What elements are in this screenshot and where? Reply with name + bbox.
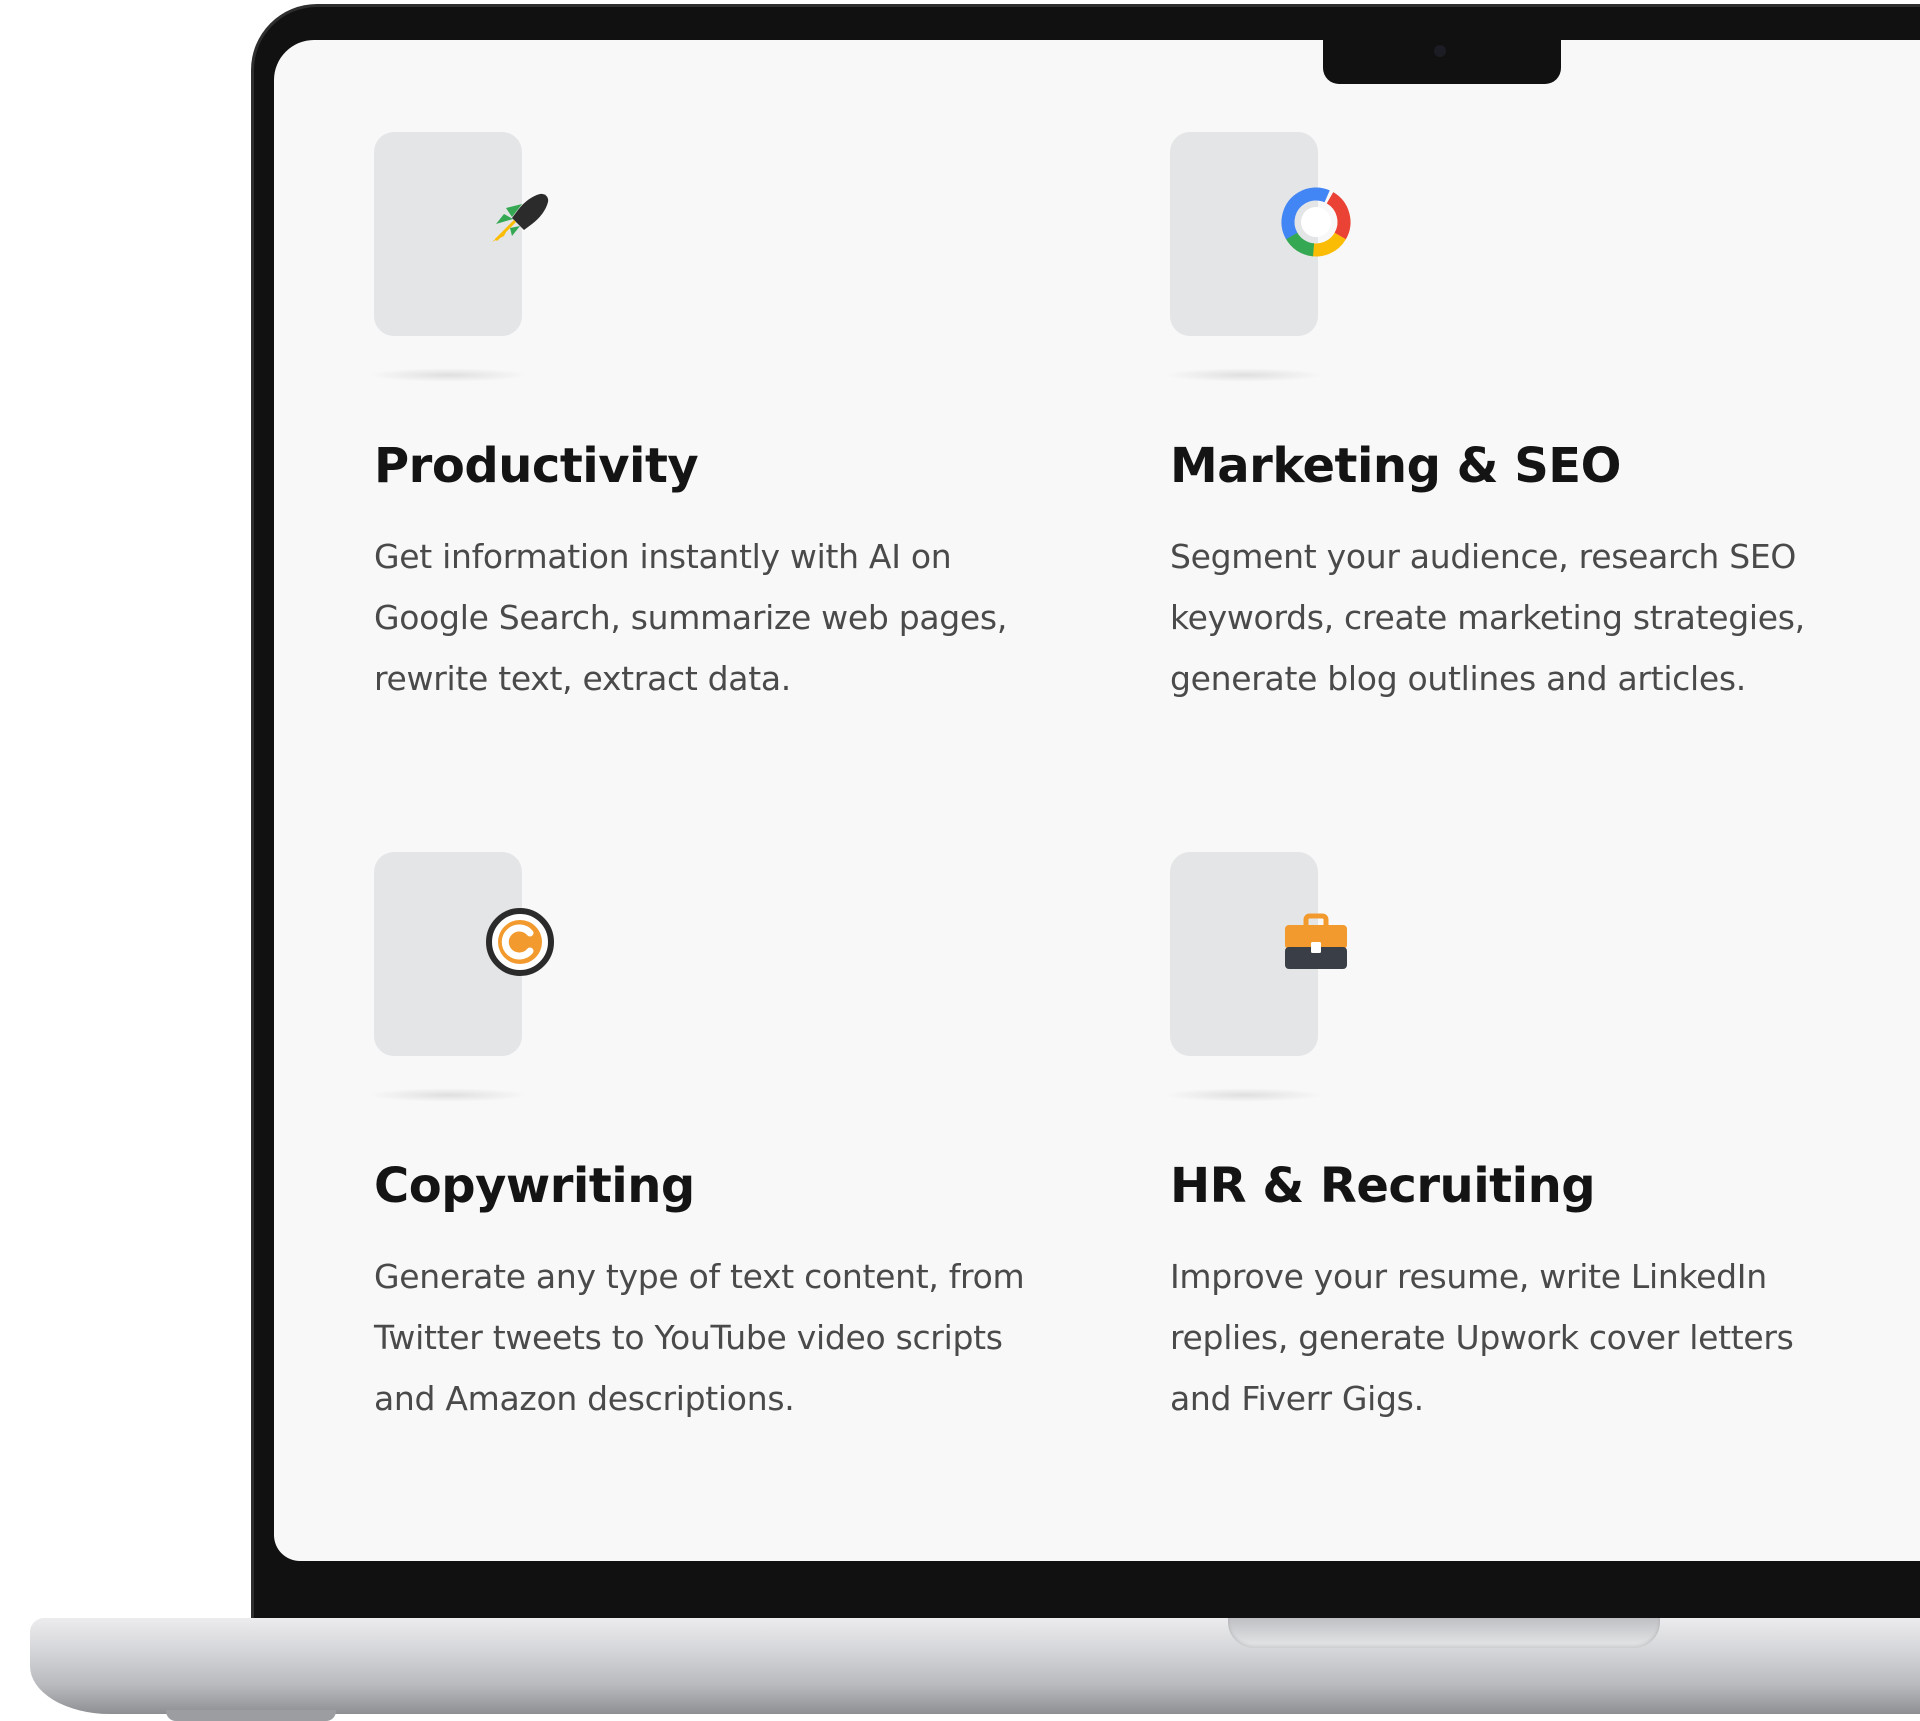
laptop-mockup: Productivity Get information instantly w… [0, 0, 1920, 1721]
briefcase-icon [1285, 913, 1347, 969]
icon-tile [1170, 852, 1347, 1056]
rocket-icon [492, 193, 549, 242]
feature-card-hr-recruiting: HR & Recruiting Improve your resume, wri… [1164, 852, 1870, 1429]
icon-shadow [368, 368, 528, 382]
feature-card-copywriting: Copywriting Generate any type of text co… [368, 852, 1074, 1429]
laptop-opening-groove [1228, 1618, 1660, 1648]
feature-description: Generate any type of text content, from … [374, 1257, 1025, 1418]
icon-shadow [1164, 368, 1324, 382]
feature-title: HR & Recruiting [1170, 1158, 1596, 1214]
laptop-foot [166, 1710, 336, 1721]
icon-tile [374, 132, 549, 336]
feature-title: Marketing & SEO [1170, 438, 1621, 494]
feature-card-marketing-seo: Marketing & SEO Segment your audience, r… [1164, 132, 1870, 709]
feature-card-productivity: Productivity Get information instantly w… [368, 132, 1074, 709]
feature-title: Productivity [374, 438, 699, 494]
feature-description: Segment your audience, research SEO keyw… [1170, 537, 1805, 698]
google-ads-icon [1281, 187, 1351, 257]
icon-shadow [1164, 1088, 1324, 1102]
icon-tile [1170, 132, 1351, 336]
feature-description: Get information instantly with AI on Goo… [374, 537, 1008, 698]
feature-description: Improve your resume, write LinkedIn repl… [1170, 1257, 1794, 1418]
camera-icon [1434, 45, 1446, 57]
icon-tile [374, 852, 554, 1056]
feature-title: Copywriting [374, 1158, 695, 1214]
icon-shadow [368, 1088, 528, 1102]
copyright-icon [486, 908, 554, 976]
